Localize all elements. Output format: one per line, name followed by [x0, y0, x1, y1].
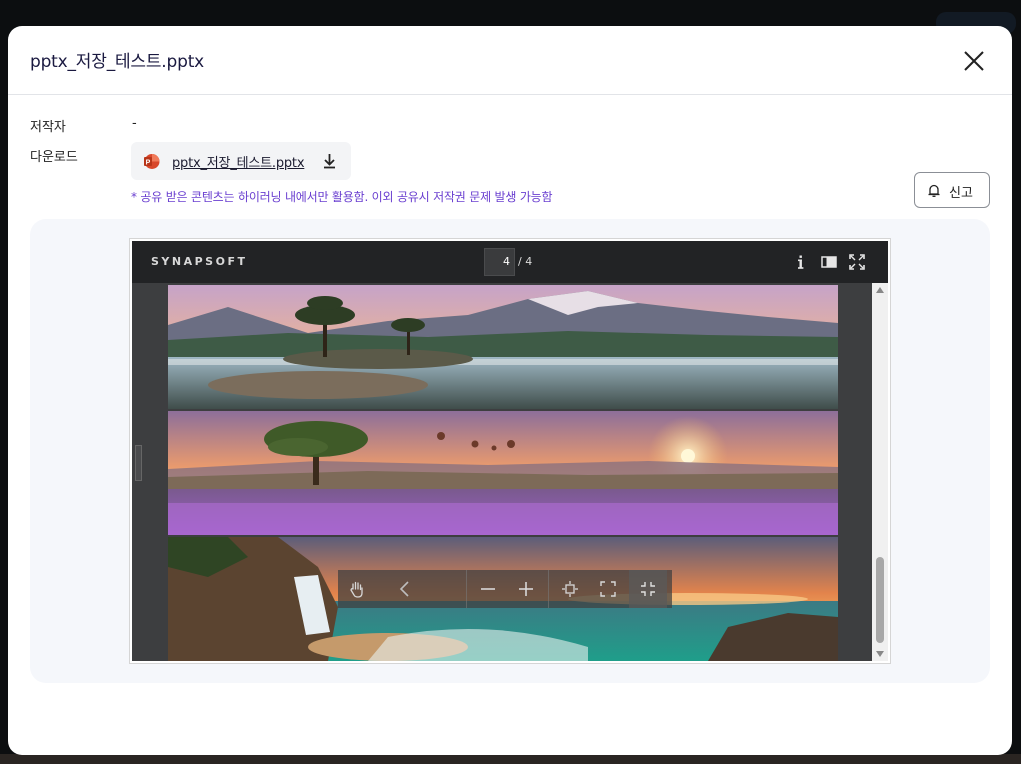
sidebar-drag-handle[interactable]: [135, 445, 142, 481]
slide-image-lavender-field: [168, 411, 838, 535]
toolbar-separator: [466, 570, 467, 608]
scrollbar-thumb[interactable]: [876, 557, 884, 643]
zoom-out-button[interactable]: [469, 570, 507, 608]
plus-icon: [519, 582, 533, 596]
previous-page-button[interactable]: [386, 570, 424, 608]
viewer-brand: SYNAPSOFT: [151, 255, 248, 268]
document-viewer: SYNAPSOFT 4 / 4: [129, 238, 891, 664]
content-modal: pptx_저장_테스트.pptx 저작자 - 다운로드 P pptx_저장_테스…: [8, 26, 1012, 755]
author-value: -: [132, 116, 137, 131]
info-icon[interactable]: [793, 254, 809, 270]
bell-icon: [928, 184, 940, 197]
viewer-container: SYNAPSOFT 4 / 4: [30, 219, 990, 683]
backdrop-strip: [0, 754, 1021, 764]
slide-thumbnail-2: [168, 411, 838, 535]
toolbar-separator: [548, 570, 549, 608]
scroll-down-arrow-icon[interactable]: [876, 651, 884, 657]
zoom-in-button[interactable]: [507, 570, 545, 608]
svg-text:P: P: [146, 160, 151, 167]
powerpoint-icon: P: [144, 154, 160, 169]
download-file-button[interactable]: P pptx_저장_테스트.pptx: [131, 142, 351, 180]
pan-tool-button[interactable]: [338, 570, 376, 608]
report-button[interactable]: 신고: [914, 172, 990, 208]
chevron-left-icon: [399, 581, 409, 597]
download-label: 다운로드: [30, 150, 78, 165]
viewer-toolbar: SYNAPSOFT 4 / 4: [132, 241, 888, 283]
minus-icon: [481, 588, 495, 590]
author-label: 저작자: [30, 120, 66, 135]
download-icon: [324, 154, 335, 169]
file-name-link[interactable]: pptx_저장_테스트.pptx: [172, 152, 305, 171]
collapse-view-button[interactable]: [629, 570, 667, 608]
modal-header: pptx_저장_테스트.pptx: [8, 26, 1012, 95]
close-button[interactable]: [961, 48, 987, 74]
sidebar-toggle-icon[interactable]: [821, 254, 837, 270]
hand-icon: [350, 581, 363, 598]
page-total: / 4: [518, 255, 533, 268]
expand-view-button[interactable]: [589, 570, 627, 608]
page-number-input[interactable]: 4: [484, 248, 515, 276]
fit-page-icon: [562, 581, 578, 597]
viewer-scrollbar[interactable]: [872, 283, 888, 661]
copyright-notice: * 공유 받은 콘텐츠는 하이러닝 내에서만 활용함. 이외 공유시 저작권 문…: [131, 190, 553, 204]
fullscreen-icon[interactable]: [849, 254, 865, 270]
modal-title: pptx_저장_테스트.pptx: [30, 52, 205, 72]
fit-page-button[interactable]: [551, 570, 589, 608]
viewer-page-area[interactable]: [132, 283, 872, 661]
scroll-up-arrow-icon[interactable]: [876, 287, 884, 293]
close-icon: [964, 51, 984, 71]
report-button-label: 신고: [949, 186, 973, 201]
slide-image-mountain-lake: [168, 285, 838, 409]
expand-icon: [600, 581, 616, 597]
collapse-icon: [641, 582, 655, 596]
floating-viewer-controls: [338, 570, 672, 608]
slide-thumbnail-1: [168, 285, 838, 409]
